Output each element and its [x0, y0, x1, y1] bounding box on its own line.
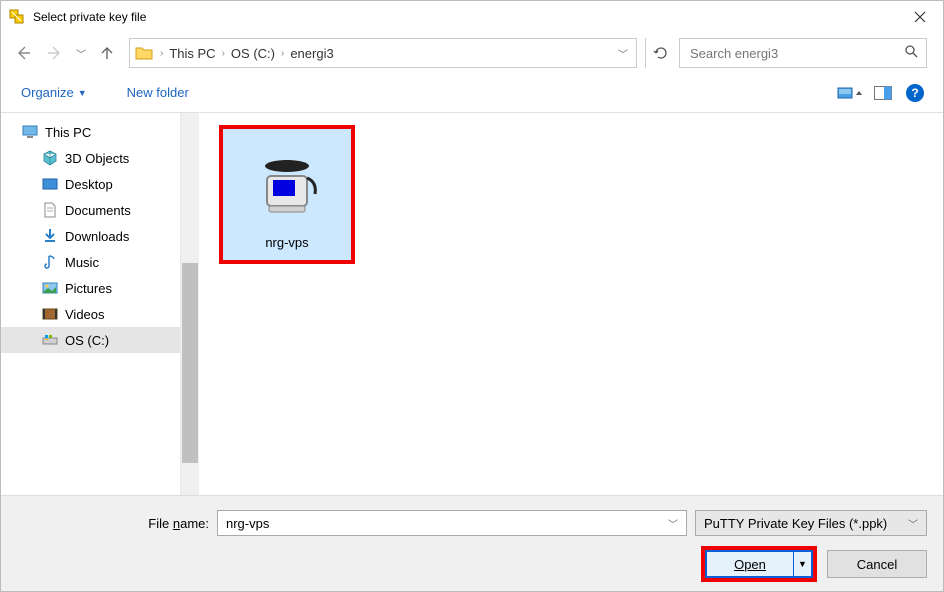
tree-desktop[interactable]: Desktop [1, 171, 180, 197]
window-title: Select private key file [33, 10, 897, 24]
music-icon [41, 253, 59, 271]
file-label: nrg-vps [227, 229, 347, 250]
search-icon [904, 44, 918, 63]
file-nrg-vps[interactable]: nrg-vps [219, 125, 355, 264]
titlebar: Select private key file [1, 1, 943, 33]
open-highlight: Open ▼ [701, 546, 817, 582]
chevron-down-icon[interactable]: ﹀ [668, 516, 678, 531]
up-button[interactable] [93, 39, 121, 67]
chevron-right-icon: › [279, 48, 286, 59]
view-mode-button[interactable] [837, 79, 865, 107]
organize-menu[interactable]: Organize ▼ [13, 81, 95, 104]
search-box[interactable] [679, 38, 927, 68]
drive-icon [41, 331, 59, 349]
close-button[interactable] [897, 1, 943, 33]
app-icon [9, 9, 25, 25]
chevron-right-icon: › [158, 48, 165, 59]
tree-videos[interactable]: Videos [1, 301, 180, 327]
body: This PC 3D Objects Desktop Documents Dow… [1, 113, 943, 495]
tree-downloads[interactable]: Downloads [1, 223, 180, 249]
document-icon [41, 201, 59, 219]
folder-icon [134, 43, 154, 63]
picture-icon [41, 279, 59, 297]
filename-input[interactable]: nrg-vps ﹀ [217, 510, 687, 536]
filename-label: File name: [17, 516, 209, 531]
address-bar[interactable]: › This PC › OS (C:) › energi3 ﹀ [129, 38, 637, 68]
crumb-this-pc[interactable]: This PC [165, 46, 219, 61]
recent-dropdown[interactable]: ﹀ [73, 39, 89, 67]
toolbar: Organize ▼ New folder ? [1, 73, 943, 113]
scroll-thumb[interactable] [182, 263, 198, 463]
tree-music[interactable]: Music [1, 249, 180, 275]
navbar: ﹀ › This PC › OS (C:) › energi3 ﹀ [1, 33, 943, 73]
crumb-folder[interactable]: energi3 [286, 46, 337, 61]
chevron-right-icon: › [220, 48, 227, 59]
filetype-dropdown[interactable]: PuTTY Private Key Files (*.ppk) ﹀ [695, 510, 927, 536]
new-folder-button[interactable]: New folder [119, 81, 197, 104]
tree-documents[interactable]: Documents [1, 197, 180, 223]
cancel-button[interactable]: Cancel [827, 550, 927, 578]
search-input[interactable] [688, 45, 904, 62]
download-icon [41, 227, 59, 245]
help-button[interactable]: ? [901, 79, 929, 107]
help-icon: ? [906, 84, 924, 102]
file-dialog: Select private key file ﹀ › This PC › OS… [0, 0, 944, 592]
pc-icon [21, 123, 39, 141]
open-dropdown[interactable]: ▼ [793, 552, 811, 576]
sidebar: This PC 3D Objects Desktop Documents Dow… [1, 113, 181, 495]
refresh-button[interactable] [645, 38, 675, 68]
open-button[interactable]: Open ▼ [705, 550, 813, 578]
back-button[interactable] [9, 39, 37, 67]
tree-os-drive[interactable]: OS (C:) [1, 327, 180, 353]
cube-icon [41, 149, 59, 167]
ppk-file-icon [227, 139, 347, 229]
tree-this-pc[interactable]: This PC [1, 119, 180, 145]
video-icon [41, 305, 59, 323]
tree-pictures[interactable]: Pictures [1, 275, 180, 301]
crumb-drive[interactable]: OS (C:) [227, 46, 279, 61]
preview-pane-button[interactable] [869, 79, 897, 107]
forward-button[interactable] [41, 39, 69, 67]
tree-3d-objects[interactable]: 3D Objects [1, 145, 180, 171]
sidebar-scrollbar[interactable] [181, 113, 199, 495]
footer: File name: nrg-vps ﹀ PuTTY Private Key F… [1, 495, 943, 591]
file-list[interactable]: nrg-vps [199, 113, 943, 495]
desktop-icon [41, 175, 59, 193]
chevron-down-icon: ﹀ [908, 516, 918, 531]
address-dropdown[interactable]: ﹀ [618, 46, 628, 61]
open-label: Open [734, 557, 766, 572]
